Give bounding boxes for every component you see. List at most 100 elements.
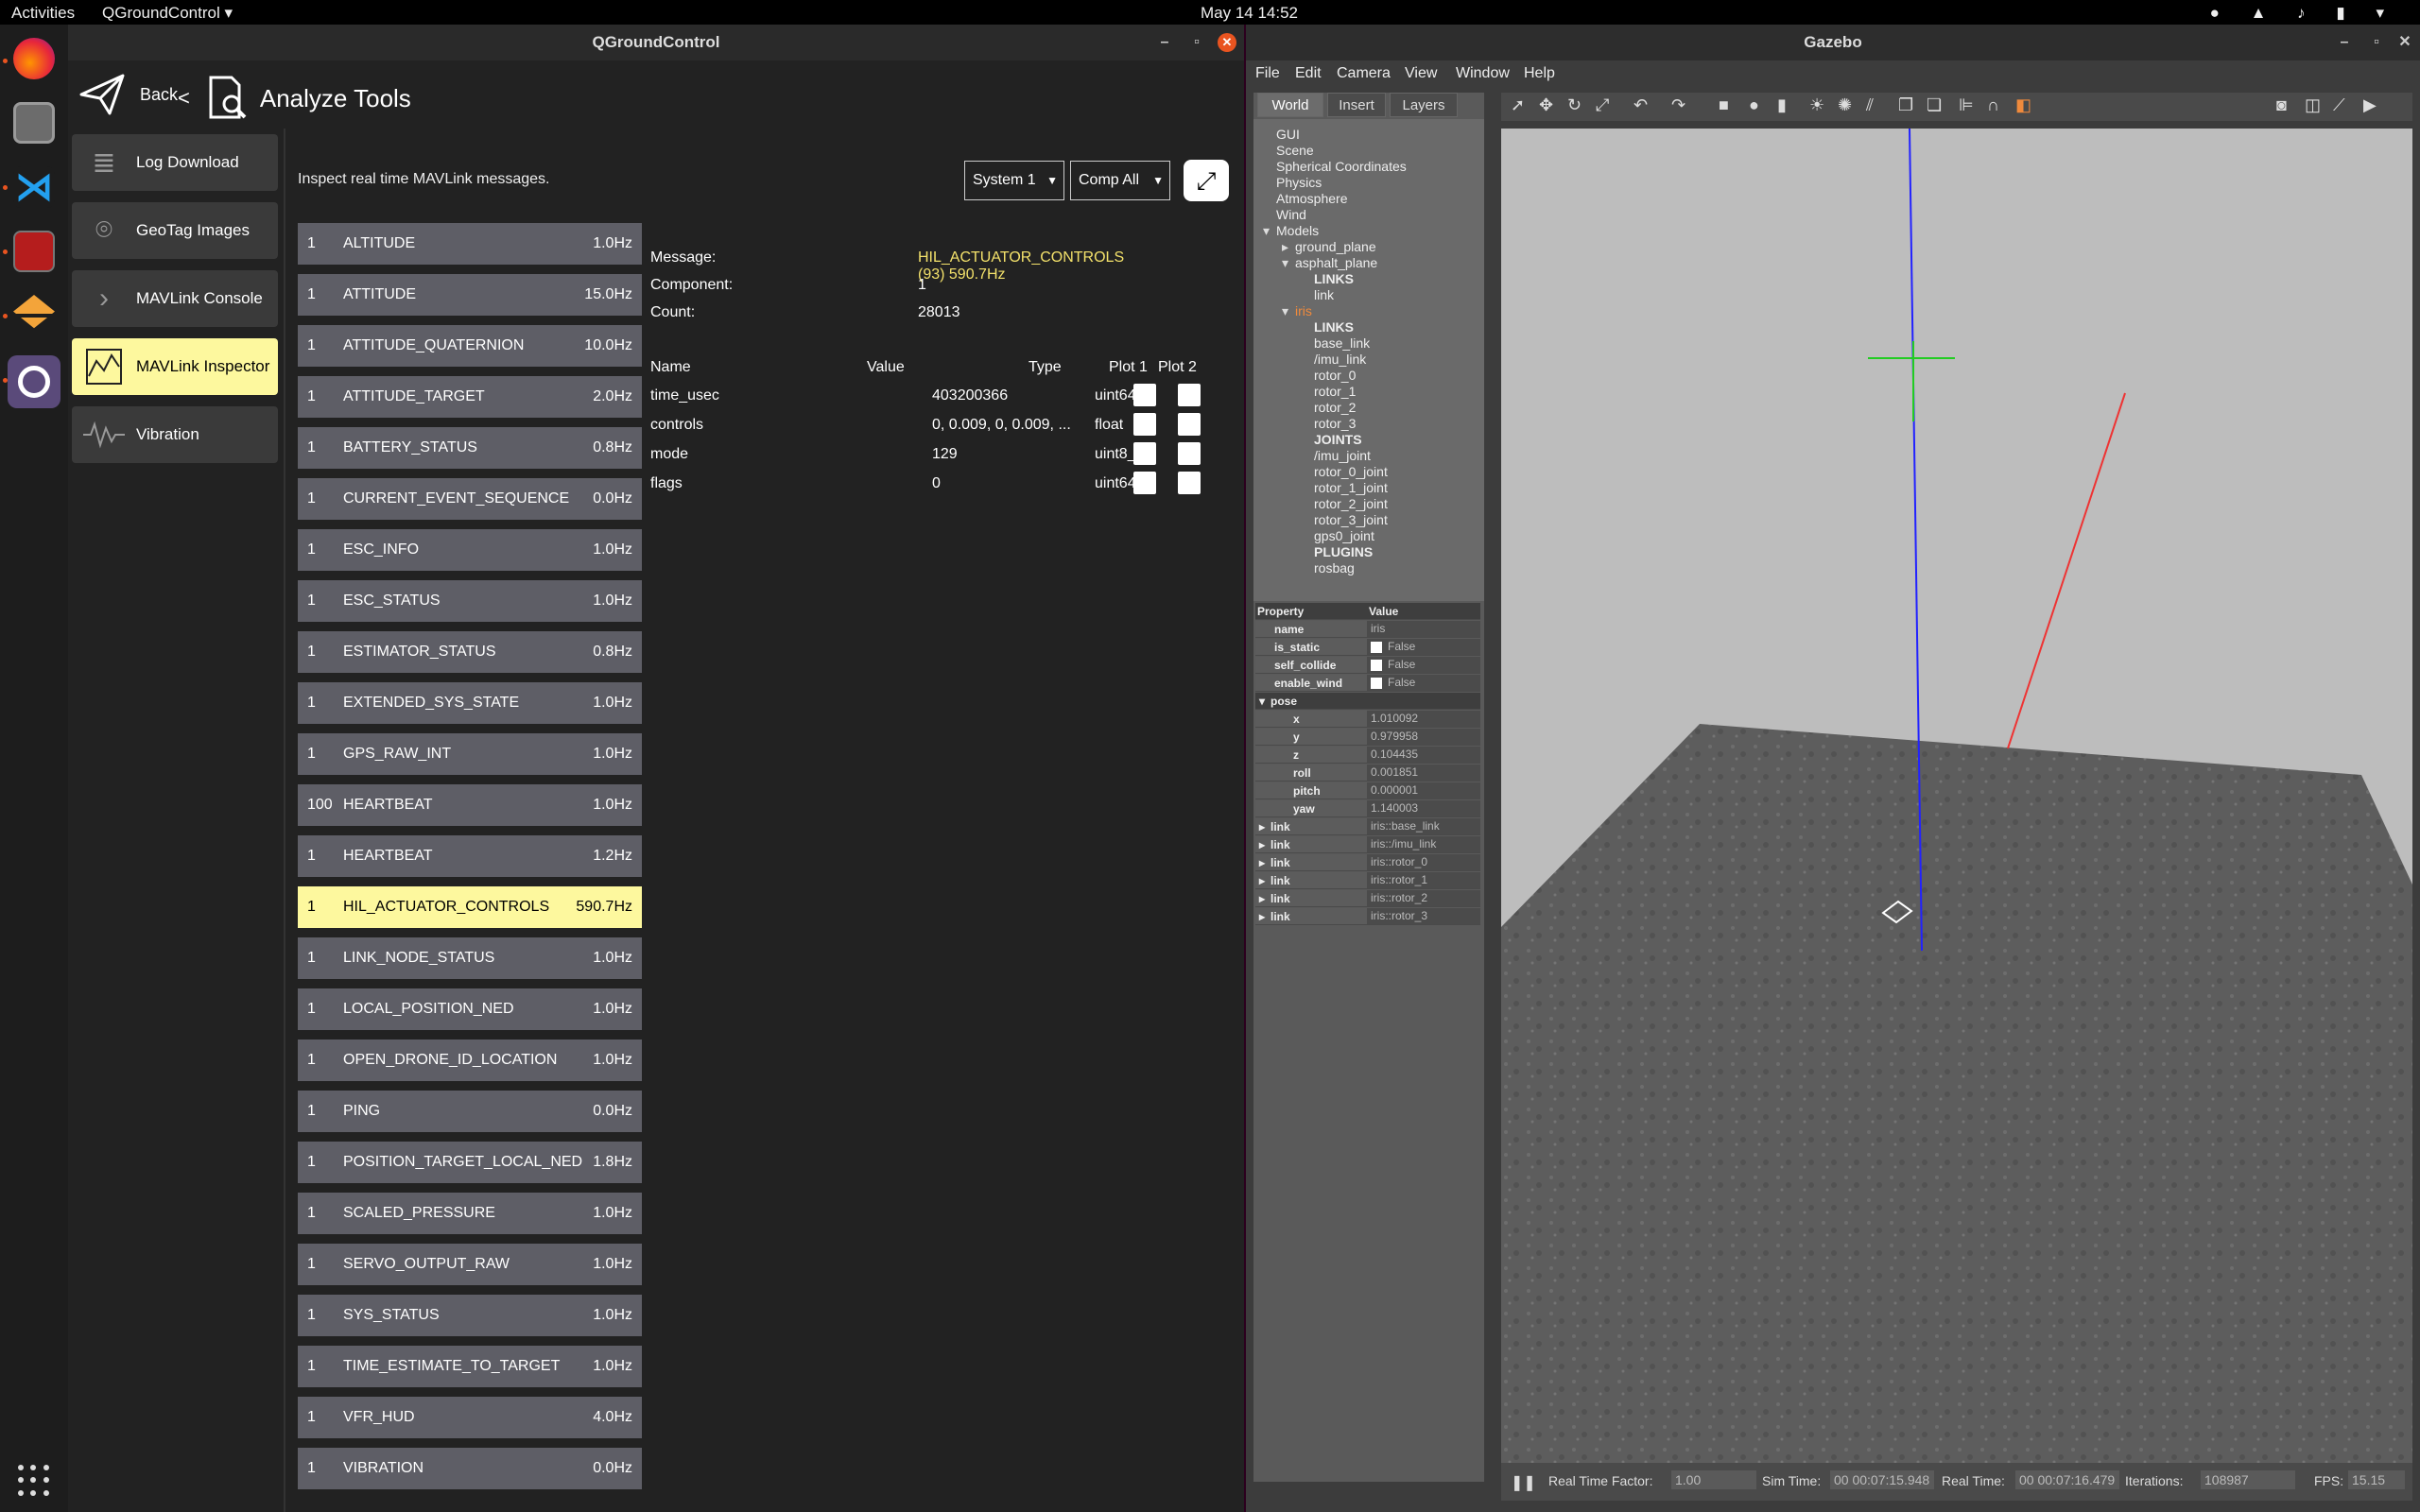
nav-item-mavlink-inspector[interactable]: MAVLink Inspector: [72, 338, 278, 395]
close-icon[interactable]: ✕: [2395, 33, 2414, 52]
property-row[interactable]: roll 0.001851: [1255, 765, 1480, 782]
firefox-icon[interactable]: [13, 38, 55, 79]
plot2-checkbox[interactable]: [1178, 442, 1201, 465]
tree-node[interactable]: PLUGINS: [1314, 544, 1373, 559]
message-row[interactable]: 1 LINK_NODE_STATUS 1.0Hz: [298, 937, 642, 979]
property-value[interactable]: False: [1367, 675, 1480, 691]
tree-node[interactable]: GUI: [1276, 127, 1300, 142]
property-value[interactable]: iris: [1367, 621, 1480, 637]
tree-node[interactable]: base_link: [1314, 335, 1370, 351]
tree-node[interactable]: Physics: [1276, 175, 1322, 190]
rotate-tool-icon[interactable]: ↻: [1567, 95, 1582, 115]
message-row[interactable]: 1 LOCAL_POSITION_NED 1.0Hz: [298, 988, 642, 1030]
tree-node[interactable]: Scene: [1276, 143, 1314, 158]
property-row[interactable]: ▸ link iris::rotor_0: [1255, 854, 1480, 871]
property-value[interactable]: 0.979958: [1367, 729, 1480, 745]
property-value[interactable]: iris::/imu_link: [1367, 836, 1480, 852]
message-row[interactable]: 1 POSITION_TARGET_LOCAL_NED 1.8Hz: [298, 1142, 642, 1183]
3d-viewport[interactable]: [1501, 129, 2412, 1463]
tree-node[interactable]: rotor_1: [1314, 384, 1356, 399]
scale-tool-icon[interactable]: ⤢: [1596, 95, 1609, 115]
property-row[interactable]: is_static False: [1255, 639, 1480, 656]
plot-icon[interactable]: ⟋: [2333, 95, 2345, 115]
message-row[interactable]: 1 VIBRATION 0.0Hz: [298, 1448, 642, 1489]
property-row[interactable]: yaw 1.140003: [1255, 800, 1480, 817]
plot2-checkbox[interactable]: [1178, 384, 1201, 406]
tree-node[interactable]: ▾ asphalt_plane: [1282, 255, 1377, 270]
plot1-checkbox[interactable]: [1133, 384, 1156, 406]
tree-node[interactable]: rosbag: [1314, 560, 1355, 576]
show-apps-icon[interactable]: [18, 1465, 50, 1497]
tree-node[interactable]: JOINTS: [1314, 432, 1362, 447]
close-icon[interactable]: ✕: [1218, 33, 1236, 52]
tree-node[interactable]: ▾ Models: [1263, 223, 1319, 238]
component-select[interactable]: Comp All ▼: [1070, 161, 1170, 200]
plot1-checkbox[interactable]: [1133, 442, 1156, 465]
menu-camera[interactable]: Camera: [1337, 65, 1391, 82]
expand-arrow-icon[interactable]: ▸: [1259, 910, 1265, 923]
plot1-checkbox[interactable]: [1133, 472, 1156, 494]
pause-icon[interactable]: ❚❚: [1511, 1473, 1536, 1492]
plot2-checkbox[interactable]: [1178, 472, 1201, 494]
expand-arrow-icon[interactable]: ▸: [1259, 874, 1265, 887]
system-select[interactable]: System 1 ▼: [964, 161, 1064, 200]
message-row[interactable]: 1 ALTITUDE 1.0Hz: [298, 223, 642, 265]
property-checkbox[interactable]: [1371, 659, 1382, 671]
message-row[interactable]: 1 ATTITUDE 15.0Hz: [298, 274, 642, 316]
property-value[interactable]: False: [1367, 639, 1480, 655]
property-value[interactable]: iris::rotor_2: [1367, 890, 1480, 906]
nav-item-mavlink-console[interactable]: › MAVLink Console: [72, 270, 278, 327]
message-row[interactable]: 1 CURRENT_EVENT_SEQUENCE 0.0Hz: [298, 478, 642, 520]
expand-arrow-icon[interactable]: ▾: [1263, 223, 1270, 239]
message-row[interactable]: 1 SERVO_OUTPUT_RAW 1.0Hz: [298, 1244, 642, 1285]
files-icon[interactable]: [13, 102, 55, 144]
message-row[interactable]: 1 SCALED_PRESSURE 1.0Hz: [298, 1193, 642, 1234]
property-row[interactable]: ▾ pose: [1255, 693, 1480, 710]
maximize-icon[interactable]: ▫: [2367, 33, 2386, 52]
video-icon[interactable]: ▶: [2363, 95, 2377, 115]
plot1-checkbox[interactable]: [1133, 413, 1156, 436]
expand-arrow-icon[interactable]: ▸: [1259, 892, 1265, 905]
message-row[interactable]: 1 GPS_RAW_INT 1.0Hz: [298, 733, 642, 775]
property-row[interactable]: z 0.104435: [1255, 747, 1480, 764]
sphere-shape-icon[interactable]: ●: [1749, 95, 1759, 115]
expand-arrow-icon[interactable]: ▸: [1259, 820, 1265, 833]
tree-node[interactable]: rotor_1_joint: [1314, 480, 1388, 495]
popout-button[interactable]: ⤢: [1184, 160, 1229, 201]
tree-node[interactable]: gps0_joint: [1314, 528, 1374, 543]
property-value[interactable]: 0.000001: [1367, 782, 1480, 799]
property-value[interactable]: iris::rotor_3: [1367, 908, 1480, 924]
property-row[interactable]: self_collide False: [1255, 657, 1480, 674]
property-value[interactable]: iris::rotor_0: [1367, 854, 1480, 870]
property-value[interactable]: 0.001851: [1367, 765, 1480, 781]
tree-node[interactable]: LINKS: [1314, 319, 1354, 335]
terminal-icon[interactable]: [13, 231, 55, 272]
back-button[interactable]: Back: [78, 70, 178, 119]
menu-help[interactable]: Help: [1524, 65, 1555, 82]
property-row[interactable]: name iris: [1255, 621, 1480, 638]
directional-light-icon[interactable]: ⫽: [1866, 95, 1874, 115]
minimize-icon[interactable]: –: [2335, 33, 2354, 52]
property-value[interactable]: iris::rotor_1: [1367, 872, 1480, 888]
menu-edit[interactable]: Edit: [1295, 65, 1322, 82]
tree-node[interactable]: rotor_2_joint: [1314, 496, 1388, 511]
app-menu[interactable]: QGroundControl ▾: [102, 4, 233, 23]
property-value[interactable]: 1.140003: [1367, 800, 1480, 816]
property-row[interactable]: ▸ link iris::rotor_1: [1255, 872, 1480, 889]
property-row[interactable]: x 1.010092: [1255, 711, 1480, 728]
tree-node[interactable]: ▸ ground_plane: [1282, 239, 1376, 254]
message-row[interactable]: 1 HIL_ACTUATOR_CONTROLS 590.7Hz: [298, 886, 642, 928]
message-row[interactable]: 1 VFR_HUD 4.0Hz: [298, 1397, 642, 1438]
menu-view[interactable]: View: [1405, 65, 1437, 82]
align-icon[interactable]: ⊫: [1959, 95, 1974, 115]
tree-node[interactable]: /imu_joint: [1314, 448, 1371, 463]
tab-layers[interactable]: Layers: [1390, 93, 1458, 117]
nav-item-log-download[interactable]: ≣ Log Download: [72, 134, 278, 191]
tab-insert[interactable]: Insert: [1327, 93, 1386, 117]
undo-icon[interactable]: ↶: [1634, 95, 1648, 115]
tree-node[interactable]: ▾ iris: [1282, 303, 1312, 318]
message-row[interactable]: 100 HEARTBEAT 1.0Hz: [298, 784, 642, 826]
tree-node[interactable]: Spherical Coordinates: [1276, 159, 1407, 174]
log-icon[interactable]: ◫: [2305, 95, 2321, 115]
activities-button[interactable]: Activities: [11, 4, 75, 23]
